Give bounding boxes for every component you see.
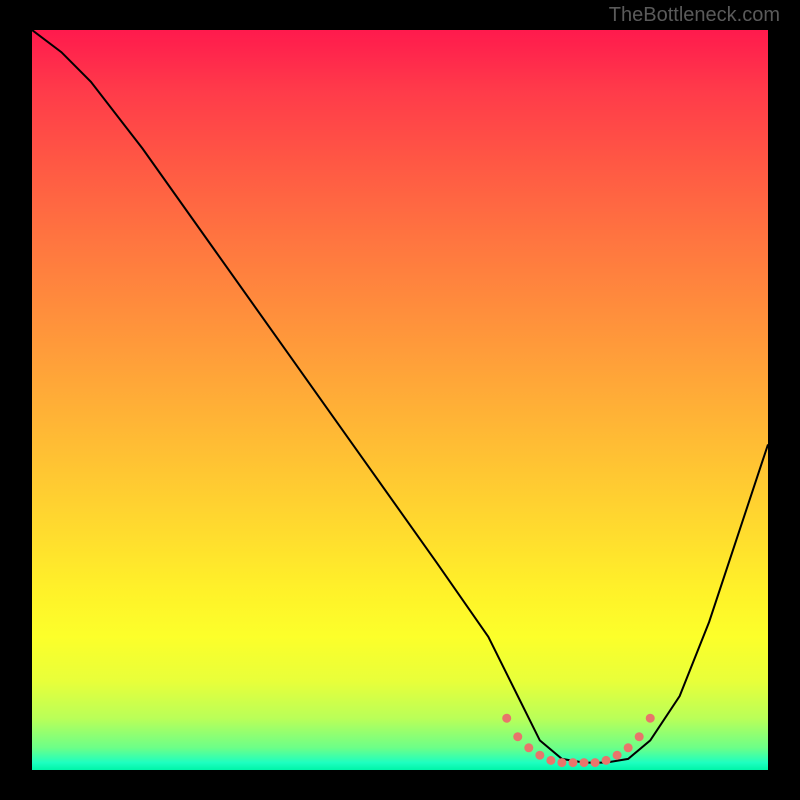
- watermark-text: TheBottleneck.com: [609, 4, 780, 27]
- curve-dot: [613, 751, 622, 760]
- curve-dot: [646, 714, 655, 723]
- curve-dot: [535, 751, 544, 760]
- curve-dotted-bottom: [502, 714, 655, 767]
- chart-plot-area: [32, 30, 768, 770]
- curve-dot: [591, 758, 600, 767]
- curve-dot: [546, 756, 555, 765]
- curve-dot: [624, 743, 633, 752]
- curve-dot: [568, 758, 577, 767]
- curve-dot: [513, 732, 522, 741]
- curve-line: [32, 30, 768, 763]
- curve-dot: [502, 714, 511, 723]
- chart-curve-svg: [32, 30, 768, 770]
- curve-dot: [602, 756, 611, 765]
- curve-dot: [635, 732, 644, 741]
- curve-dot: [557, 758, 566, 767]
- curve-dot: [580, 758, 589, 767]
- curve-dot: [524, 743, 533, 752]
